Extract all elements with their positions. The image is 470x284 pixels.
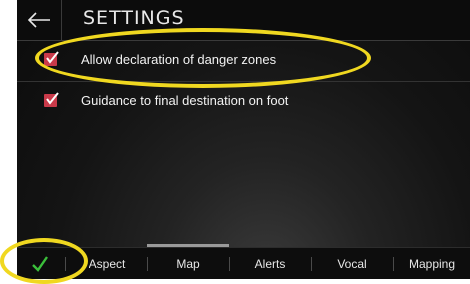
checkmark-icon <box>46 51 59 64</box>
bottom-tab-bar: Aspect Map Alerts Vocal Mapping <box>17 247 470 279</box>
page-title: SETTINGS <box>83 7 185 29</box>
settings-screen: SETTINGS Allow declaration of danger zon… <box>17 0 470 279</box>
setting-label: Guidance to final destination on foot <box>81 93 289 108</box>
setting-label: Allow declaration of danger zones <box>81 52 277 67</box>
tab-mapping[interactable]: Mapping <box>394 248 470 279</box>
tab-aspect[interactable]: Aspect <box>89 248 147 279</box>
checkbox-guidance-on-foot[interactable] <box>44 92 59 107</box>
confirm-check-icon[interactable] <box>31 255 49 273</box>
setting-row-guidance-on-foot[interactable]: Guidance to final destination on foot <box>17 82 470 122</box>
header-divider <box>61 0 62 40</box>
back-arrow-icon[interactable] <box>27 12 51 28</box>
tab-alerts[interactable]: Alerts <box>230 248 310 279</box>
tab-map[interactable]: Map <box>148 248 228 279</box>
checkbox-danger-zones[interactable] <box>44 51 59 66</box>
checkmark-icon <box>46 92 59 105</box>
setting-row-danger-zones[interactable]: Allow declaration of danger zones <box>17 41 470 82</box>
tab-vocal[interactable]: Vocal <box>312 248 392 279</box>
tab-divider <box>65 257 66 271</box>
header-bar: SETTINGS <box>17 0 470 41</box>
